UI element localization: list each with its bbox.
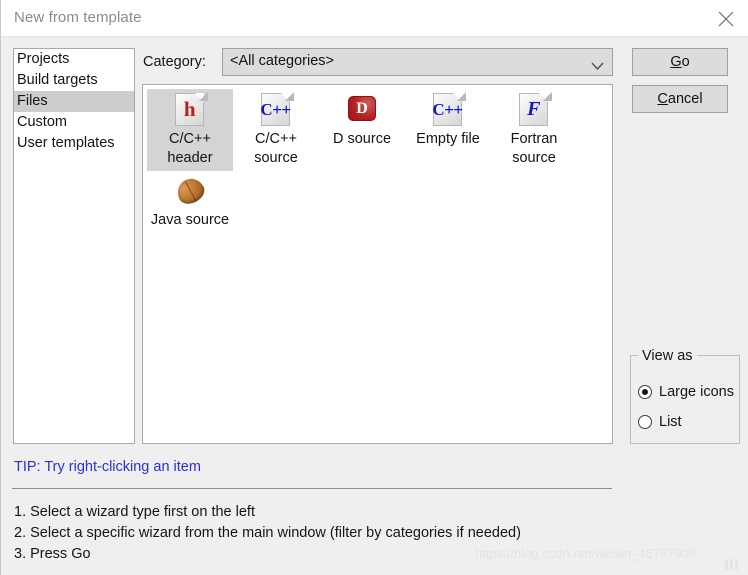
watermark-text: https://blog.csdn.net/weixin_45787909 (475, 546, 696, 561)
watermark-logo-icon (725, 559, 738, 570)
template-tile-java-source[interactable]: Java source (147, 170, 233, 233)
sidebar-item-files[interactable]: Files (14, 91, 134, 112)
cancel-button-label: ancel (668, 91, 703, 107)
fortran-source-file-icon: F (517, 93, 551, 127)
close-button[interactable] (703, 0, 748, 36)
go-button-label: o (682, 54, 690, 70)
template-tile-fortran-source[interactable]: F Fortran source (491, 89, 577, 171)
view-as-legend: View as (638, 348, 697, 364)
sidebar-item-user-templates[interactable]: User templates (14, 133, 134, 154)
radio-list[interactable]: List (638, 414, 682, 430)
sidebar-item-label: Custom (17, 114, 67, 130)
sidebar-item-label: Build targets (17, 72, 98, 88)
sidebar-item-label: User templates (17, 135, 115, 151)
template-tile-label: C/C++ header (147, 130, 233, 168)
empty-file-icon: C++ (431, 93, 465, 127)
java-source-file-icon (173, 174, 207, 208)
template-tile-label: Empty file (405, 130, 491, 149)
tip-text: TIP: Try right-clicking an item (14, 459, 201, 475)
radio-button-icon (638, 385, 652, 399)
templates-icon-view[interactable]: h C/C++ header C++ C/C++ source D D sour… (142, 84, 613, 444)
cancel-button-mnemonic: C (657, 91, 667, 107)
title-bar: New from template (1, 0, 748, 37)
radio-button-icon (638, 415, 652, 429)
cancel-button[interactable]: Cancel (632, 85, 728, 113)
sidebar-item-build-targets[interactable]: Build targets (14, 70, 134, 91)
chevron-down-icon (591, 58, 604, 74)
radio-list-label: List (659, 414, 682, 430)
separator (12, 488, 612, 489)
instruction-step: 1. Select a wizard type first on the lef… (14, 502, 624, 523)
sidebar-item-projects[interactable]: Projects (14, 49, 134, 70)
radio-large-icons-label: Large icons (659, 384, 734, 400)
instruction-step: 2. Select a specific wizard from the mai… (14, 523, 624, 544)
window-title: New from template (14, 9, 142, 26)
new-from-template-dialog: New from template Projects Build targets… (0, 0, 748, 575)
go-button-mnemonic: G (670, 54, 681, 70)
radio-large-icons[interactable]: Large icons (638, 384, 734, 400)
sidebar-item-custom[interactable]: Custom (14, 112, 134, 133)
category-label: Category: (143, 54, 206, 70)
template-tile-d-source[interactable]: D D source (319, 89, 405, 152)
template-tile-label: Fortran source (491, 130, 577, 168)
template-tile-label: D source (319, 130, 405, 149)
sidebar-item-label: Projects (17, 51, 69, 67)
wizard-type-list[interactable]: Projects Build targets Files Custom User… (13, 48, 135, 444)
cpp-source-file-icon: C++ (259, 93, 293, 127)
d-source-file-icon: D (345, 93, 379, 127)
go-button[interactable]: Go (632, 48, 728, 76)
c-header-file-icon: h (173, 93, 207, 127)
template-tile-c-cpp-source[interactable]: C++ C/C++ source (233, 89, 319, 171)
category-selected-value: <All categories> (230, 53, 334, 69)
template-tile-empty-file[interactable]: C++ Empty file (405, 89, 491, 152)
category-select[interactable]: <All categories> (222, 48, 613, 76)
template-tile-label: C/C++ source (233, 130, 319, 168)
sidebar-item-label: Files (17, 93, 48, 109)
template-tile-label: Java source (147, 211, 233, 230)
template-tile-c-cpp-header[interactable]: h C/C++ header (147, 89, 233, 171)
